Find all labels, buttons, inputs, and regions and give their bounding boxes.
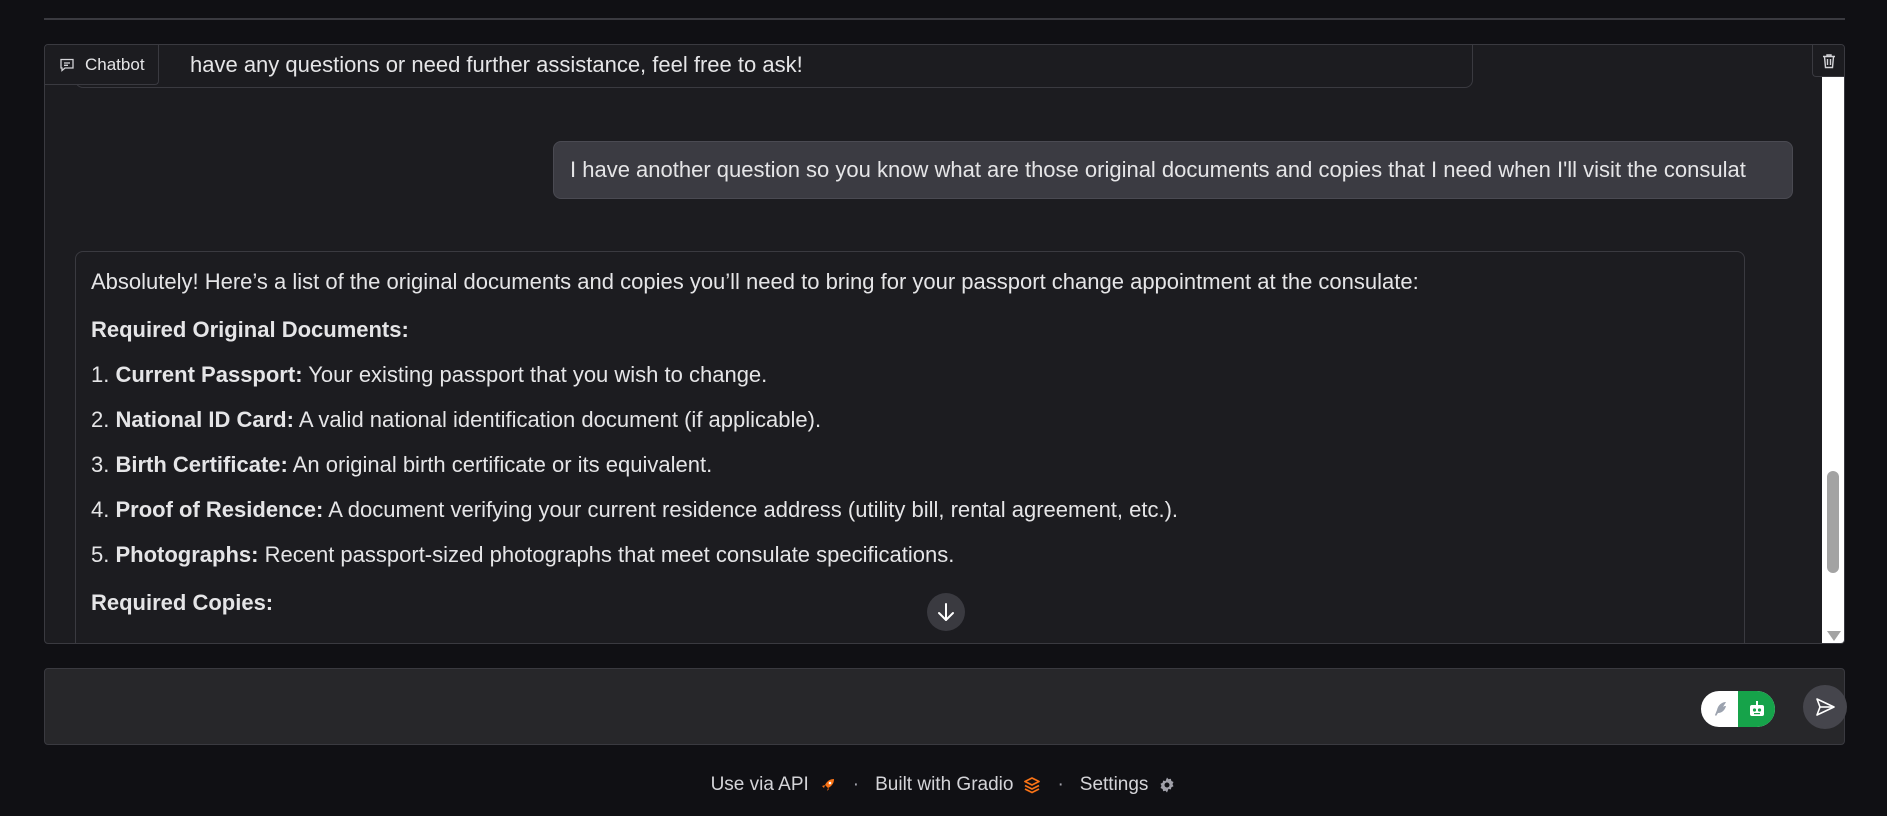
previous-bot-message: have any questions or need further assis… [75, 45, 1473, 88]
chatbot-label: Chatbot [45, 45, 159, 85]
scrollbar-thumb[interactable] [1827, 471, 1839, 573]
bot-message: Absolutely! Here’s a list of the origina… [75, 251, 1745, 643]
robot-option[interactable] [1738, 691, 1775, 727]
built-with-gradio-link[interactable]: Built with Gradio [875, 774, 1041, 796]
scroll-to-bottom-button[interactable] [927, 593, 965, 631]
use-via-api-link[interactable]: Use via API [711, 774, 837, 796]
footer-separator: · [852, 774, 860, 795]
previous-message-text: have any questions or need further assis… [190, 52, 803, 77]
top-divider [44, 18, 1845, 20]
model-toggle[interactable] [1701, 691, 1775, 727]
clear-chat-button[interactable] [1812, 45, 1844, 77]
bot-intro: Absolutely! Here’s a list of the origina… [91, 269, 1419, 294]
user-message: I have another question so you know what… [553, 141, 1793, 199]
use-via-api-label: Use via API [710, 774, 809, 795]
chatbot-label-text: Chatbot [85, 54, 145, 74]
message-input-container [44, 668, 1847, 745]
list-item: 1. Current Passport: Your existing passp… [91, 362, 768, 387]
built-with-gradio-label: Built with Gradio [875, 774, 1014, 795]
gear-icon [1160, 777, 1174, 793]
feather-icon [1714, 702, 1726, 716]
send-button[interactable] [1803, 685, 1847, 729]
chatbot-panel: Chatbot have any questions or need furth… [44, 44, 1845, 644]
section-heading: Required Original Documents: [91, 317, 409, 342]
settings-label: Settings [1079, 774, 1149, 795]
user-message-text: I have another question so you know what… [570, 157, 1746, 182]
settings-link[interactable]: Settings [1080, 774, 1177, 796]
list-item: 5. Photographs: Recent passport-sized ph… [91, 542, 955, 567]
footer-separator: · [1057, 774, 1064, 795]
trash-icon [1822, 53, 1835, 68]
scroll-down-arrow-icon[interactable] [1827, 631, 1841, 641]
robot-icon [1749, 701, 1764, 716]
feather-option[interactable] [1701, 691, 1738, 727]
chat-bubble-icon [60, 58, 74, 72]
section-heading: Required Copies: [91, 590, 274, 615]
arrow-down-icon [938, 603, 954, 621]
list-item: 2. National ID Card: A valid national id… [91, 407, 822, 432]
rocket-icon [821, 779, 834, 791]
chat-scrollbar[interactable] [1822, 77, 1844, 643]
footer: Use via API · Built with Gradio · Settin… [0, 770, 1887, 800]
list-item: 3. Birth Certificate: An original birth … [91, 452, 713, 477]
gradio-logo-icon [1024, 777, 1041, 794]
message-input[interactable] [61, 683, 1701, 731]
send-icon [1816, 698, 1835, 716]
list-item: 4. Proof of Residence: A document verify… [91, 497, 1179, 522]
